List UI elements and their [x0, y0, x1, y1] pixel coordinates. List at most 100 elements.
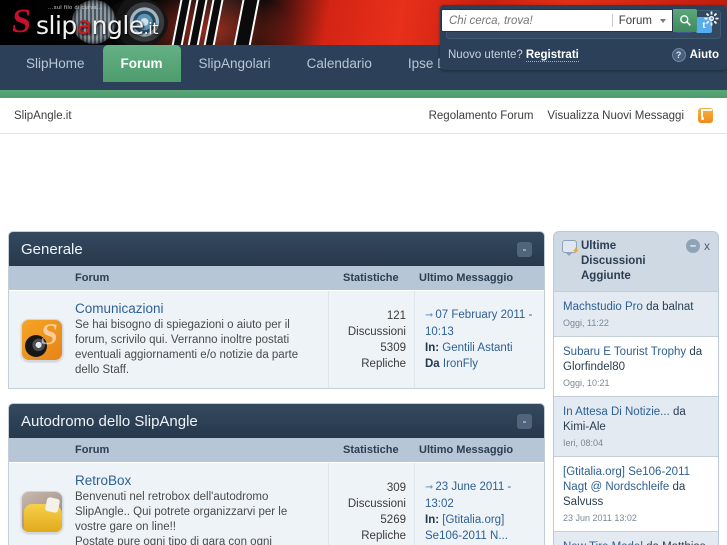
by-label: Da: [425, 358, 440, 370]
link-regolamento-forum[interactable]: Regolamento Forum: [429, 110, 534, 122]
list-item[interactable]: In Attesa Di Notizie... da Kimi-Ale Ieri…: [554, 396, 718, 456]
category-generale: Generale - Forum Statistiche Ultimo Mess…: [8, 231, 545, 389]
last-post-date-row: ➞ 23 June 2011 - 13:02: [425, 479, 536, 512]
last-post-author-row: Da IronFly: [425, 356, 536, 372]
category-autodromo: Autodromo dello SlipAngle - Forum Statis…: [8, 403, 545, 545]
forum-info: RetroBox Benvenuti nel retrobox dell'aut…: [75, 463, 328, 545]
last-post-date: 23 June 2011 - 13:02: [425, 481, 512, 510]
gear-icon: [704, 10, 719, 26]
forum-discussions-count: 121 Discussioni: [347, 309, 406, 338]
discussion-title[interactable]: [Gtitalia.org] Se106-2011 Nagt @ Nordsch…: [563, 465, 709, 510]
last-post-author-link[interactable]: IronFly: [443, 358, 478, 370]
panel-header: ✦ Ultime Discussioni Aggiunte – x: [554, 232, 718, 291]
forum-icon-tire: [21, 318, 63, 361]
discussion-bubble-icon: ✦: [562, 240, 580, 257]
nav-tab-calendario[interactable]: Calendario: [289, 45, 390, 82]
discussion-title[interactable]: Machstudio Pro da balnat: [563, 300, 709, 315]
last-post-date-row: ➞ 07 February 2011 - 10:13: [425, 307, 536, 340]
logo-wordmark: slipangle.it: [36, 11, 158, 40]
discussion-time: Ieri, 08:04: [563, 438, 604, 448]
nav-tab-slipangolari[interactable]: SlipAngolari: [181, 45, 289, 82]
discussion-title[interactable]: New Tire Model da Matthias: [563, 540, 709, 545]
discussion-time: 23 Jun 2011 13:02: [563, 513, 637, 523]
category-title: Autodromo dello SlipAngle: [21, 412, 198, 430]
search-scope-label: Forum: [618, 14, 652, 27]
col-stats-label: Statistiche: [343, 444, 399, 456]
new-user-label: Nuovo utente?: [448, 49, 523, 61]
main-content: Generale - Forum Statistiche Ultimo Mess…: [0, 231, 727, 545]
col-forum-label: Forum: [75, 272, 110, 284]
forum-icon-retro: [21, 490, 63, 533]
help-label: Aiuto: [689, 49, 719, 61]
collapse-button[interactable]: -: [517, 413, 532, 429]
forum-replies-count: 5309 Repliche: [361, 341, 406, 370]
discussion-time: Oggi, 11:22: [563, 318, 609, 328]
forum-stats: 121 Discussioni 5309 Repliche: [328, 291, 414, 388]
col-last-label: Ultimo Messaggio: [419, 444, 514, 456]
discussion-time: Oggi, 10:21: [563, 378, 610, 388]
register-row: Nuovo utente? Registrati ? Aiuto: [448, 45, 719, 65]
last-post-topic-link[interactable]: Gentili Astanti: [442, 342, 512, 354]
settings-button[interactable]: [704, 10, 719, 31]
breadcrumb-links: Regolamento Forum Visualizza Nuovi Messa…: [429, 108, 713, 123]
collapse-button[interactable]: -: [517, 241, 532, 257]
column-headers: Forum Statistiche Ultimo Messaggio: [9, 266, 544, 290]
breadcrumb-bar: SlipAngle.it Regolamento Forum Visualizz…: [0, 98, 727, 134]
list-item[interactable]: Machstudio Pro da balnat Oggi, 11:22: [554, 291, 718, 336]
forum-list-column: Generale - Forum Statistiche Ultimo Mess…: [8, 231, 545, 545]
logo-s-mark: S: [10, 3, 33, 40]
category-header: Autodromo dello SlipAngle -: [9, 404, 544, 438]
discussion-title[interactable]: Subaru E Tourist Trophy da Glorfindel80: [563, 345, 709, 375]
col-last-label: Ultimo Messaggio: [419, 272, 514, 284]
link-nuovi-messaggi[interactable]: Visualizza Nuovi Messaggi: [547, 110, 684, 122]
list-item[interactable]: Subaru E Tourist Trophy da Glorfindel80 …: [554, 336, 718, 396]
last-post-topic-row: In: [Gtitalia.org] Se106-2011 N...: [425, 512, 536, 544]
page-root: S ...sul filo di curva... slipangle.it S…: [0, 0, 727, 545]
col-stats-label: Statistiche: [343, 272, 399, 284]
list-item[interactable]: [Gtitalia.org] Se106-2011 Nagt @ Nordsch…: [554, 456, 718, 531]
minimize-button[interactable]: –: [686, 239, 700, 253]
sidebar-column: ✦ Ultime Discussioni Aggiunte – x Machst…: [553, 231, 719, 545]
forum-replies-count: 5269 Repliche: [361, 513, 406, 542]
search-button[interactable]: [673, 9, 697, 32]
last-post-date: 07 February 2011 - 10:13: [425, 309, 533, 338]
forum-last-post: ➞ 07 February 2011 - 10:13 In: Gentili As…: [414, 291, 544, 388]
in-label: In:: [425, 514, 440, 526]
category-header: Generale -: [9, 232, 544, 266]
forum-description: Se hai bisogno di spiegazioni o aiuto pe…: [75, 319, 299, 376]
forum-discussions-count: 309 Discussioni: [347, 481, 406, 510]
panel-title: Ultime Discussioni Aggiunte: [581, 240, 646, 282]
search-scope-select[interactable]: Forum: [613, 10, 672, 31]
forum-title-link[interactable]: Comunicazioni: [75, 301, 316, 316]
category-title: Generale: [21, 240, 83, 258]
forum-title-link[interactable]: RetroBox: [75, 473, 316, 488]
list-item[interactable]: New Tire Model da Matthias 22 Jun 2011 2…: [554, 531, 718, 545]
search-input[interactable]: [442, 10, 612, 31]
question-icon: ?: [671, 48, 686, 62]
breadcrumb-home[interactable]: SlipAngle.it: [14, 110, 72, 122]
search-icon: [679, 15, 691, 26]
banner-stripes: [172, 0, 298, 45]
nav-accent-line: [0, 90, 727, 98]
chevron-down-icon: [660, 18, 666, 23]
search-box: Forum: [441, 9, 673, 32]
forum-description-cont: Postate pure ogni tipo di gara con ogni: [75, 536, 272, 545]
in-label: In:: [425, 342, 440, 354]
forum-stats: 309 Discussioni 5269 Repliche: [328, 463, 414, 545]
forum-icon-cell: [9, 463, 75, 545]
forum-row: Comunicazioni Se hai bisogno di spiegazi…: [9, 290, 544, 388]
latest-discussions-panel: ✦ Ultime Discussioni Aggiunte – x Machst…: [553, 231, 719, 545]
rss-icon[interactable]: [698, 108, 713, 123]
star-icon: ✦: [571, 246, 580, 257]
last-post-topic-row: In: Gentili Astanti: [425, 340, 536, 356]
column-headers: Forum Statistiche Ultimo Messaggio: [9, 438, 544, 462]
help-link[interactable]: ? Aiuto: [671, 48, 719, 62]
register-link[interactable]: Registrati: [525, 49, 579, 62]
col-forum-label: Forum: [75, 444, 110, 456]
nav-tab-sliphome[interactable]: SlipHome: [8, 45, 103, 82]
discussion-title[interactable]: In Attesa Di Notizie... da Kimi-Ale: [563, 405, 709, 435]
nav-tab-forum[interactable]: Forum: [102, 45, 181, 82]
main-navigation: SlipHome Forum SlipAngolari Calendario I…: [8, 45, 481, 90]
close-icon[interactable]: x: [704, 239, 710, 253]
search-area: Forum: [441, 9, 719, 32]
